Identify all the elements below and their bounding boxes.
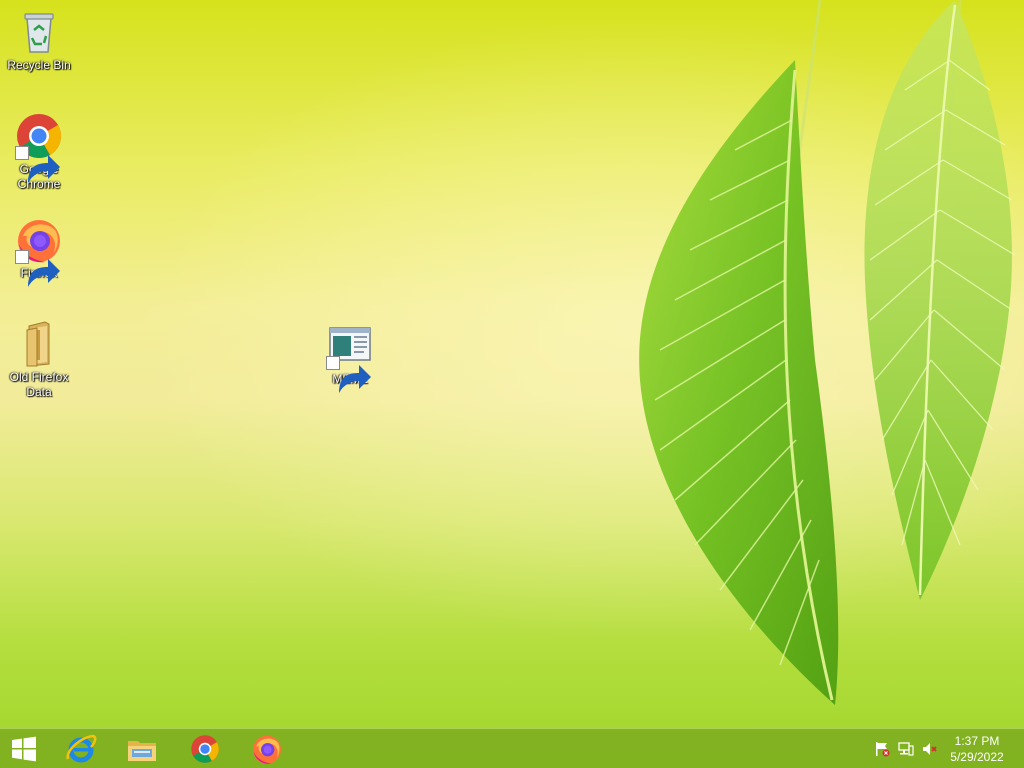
desktop-icon-label: Old Firefox Data [9,370,69,399]
start-button[interactable] [0,729,48,768]
desktop-icon-label: Recycle Bin [7,58,71,72]
folder-icon [15,320,63,368]
action-center-flag-icon[interactable] [874,741,890,757]
desktop-icon-google-chrome[interactable]: Google Chrome [1,112,77,192]
desktop-icon-memz[interactable]: MEMZ [312,322,388,393]
desktop-icon-old-firefox-data[interactable]: Old Firefox Data [1,320,77,400]
taskbar-chrome-button[interactable] [176,729,234,768]
taskbar-internet-explorer-button[interactable] [52,729,110,768]
volume-muted-icon[interactable] [922,741,938,757]
file-explorer-icon [126,733,158,765]
taskbar-firefox-button[interactable] [238,729,296,768]
recycle-bin-icon [15,8,63,56]
desktop[interactable]: Recycle Bin Google Chrome [0,0,1024,768]
taskbar-clock[interactable]: 1:37 PM 5/29/2022 [942,733,1012,765]
windows-logo-icon [10,735,38,763]
clock-date: 5/29/2022 [950,750,1004,764]
shortcut-arrow-icon [15,250,60,287]
clock-time: 1:37 PM [954,734,1000,748]
desktop-icon-firefox[interactable]: Firefox [1,216,77,287]
shortcut-arrow-icon [15,146,60,183]
taskbar-file-explorer-button[interactable] [113,729,171,768]
chrome-icon [190,734,220,764]
desktop-icon-recycle-bin[interactable]: Recycle Bin [1,8,77,73]
firefox-icon [251,733,283,765]
chrome-icon [15,112,63,183]
leaf-wallpaper-art [639,0,1016,705]
network-icon[interactable] [898,741,914,757]
firefox-icon [15,216,63,287]
internet-explorer-icon [65,733,97,765]
shortcut-arrow-icon [326,356,371,393]
application-window-icon [326,322,374,393]
taskbar: 1:37 PM 5/29/2022 [0,728,1024,768]
